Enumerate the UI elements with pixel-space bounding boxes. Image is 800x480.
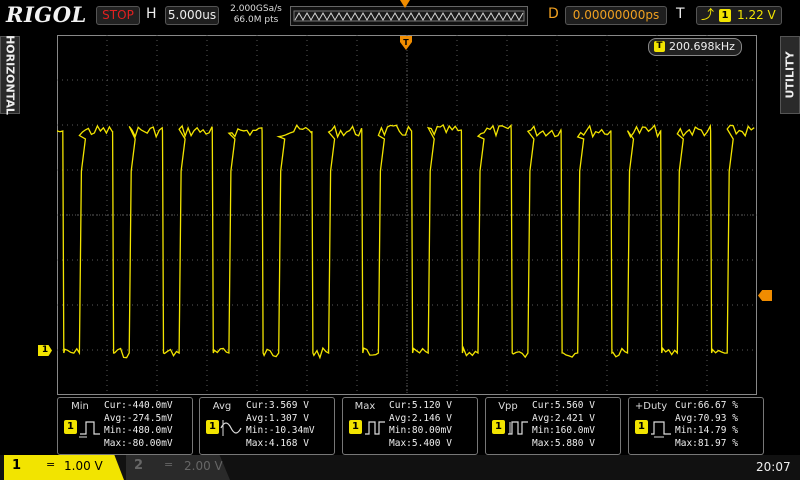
trigger-channel-badge: 1 [719, 9, 731, 22]
memory-depth: 66.0M pts [233, 15, 279, 25]
measurement-duty[interactable]: +Duty 1 Cur:66.67 % Avg:70.93 % Min:14.79 % M… [628, 397, 764, 455]
trigger-level-marker[interactable] [758, 290, 772, 301]
measurement-cur: Cur:5.120 V [389, 400, 452, 411]
utility-menu-tab[interactable]: UTILITY [780, 36, 800, 114]
measurement-avg: Avg:2.146 V [389, 412, 452, 424]
timebase-value[interactable]: 5.000us [165, 6, 219, 25]
measurement-min: Min:-10.34mV [246, 425, 315, 436]
sample-rate: 2.000GSa/s [230, 4, 282, 14]
measurement-max: Max:5.880 V [532, 437, 595, 449]
measurement-name: Avg [212, 401, 232, 412]
ch1-number: 1 [12, 458, 22, 473]
measurement-name: Vpp [498, 401, 518, 412]
measurement-cur: Cur:5.560 V [532, 400, 595, 411]
ch2-tab[interactable]: 2 = 2.00 V [126, 455, 230, 480]
measurement-name: Max [354, 401, 376, 412]
frequency-value: 200.698kHz [669, 40, 735, 53]
ch1-tab[interactable]: 1 = 1.00 V [4, 455, 124, 480]
measurement-max: Max:-80.00mV [104, 437, 173, 449]
trigger-position-marker[interactable]: T [400, 36, 412, 50]
delay-value[interactable]: 0.00000000ps [565, 6, 667, 25]
measurement-cur: Cur:66.67 % [675, 400, 738, 411]
horizontal-tab-label: HORIZONTAL [3, 35, 17, 115]
measurement-max: Max:5.400 V [389, 437, 452, 449]
ch2-number: 2 [134, 458, 144, 473]
measurement-values: Cur:5.120 V Avg:2.146 V Min:80.00mV Max:5.4… [389, 400, 452, 450]
delay-label: D [548, 6, 559, 22]
waveform-display[interactable] [57, 35, 757, 395]
measurement-source-badge: 1 [635, 420, 648, 434]
ch1-offset-marker[interactable]: 1 [38, 345, 52, 356]
brand-logo: RIGOL [6, 2, 87, 27]
measurement-cur: Cur:3.569 V [246, 400, 309, 411]
measurement-values: Cur:66.67 % Avg:70.93 % Min:14.79 % Max:81.… [675, 400, 738, 450]
trigger-setting[interactable]: ⤴ 1 1.22 V [696, 6, 782, 25]
channel-status-bar: 1 = 1.00 V 2 = 2.00 V 20:07 [0, 455, 800, 480]
run-state-badge[interactable]: STOP [96, 6, 140, 25]
max-waveform-icon [365, 421, 385, 435]
measurement-values: Cur:5.560 V Avg:2.421 V Min:160.0mV Max:5.8… [532, 400, 595, 450]
horizontal-menu-tab[interactable]: HORIZONTAL [0, 35, 20, 115]
svg-text:T: T [403, 38, 409, 47]
acquisition-info: 2.000GSa/s 66.0M pts [224, 4, 288, 26]
measurement-values: Cur:-440.0mV Avg:-274.5mV Min:-480.0mV Max:… [104, 400, 173, 450]
measurement-max: Max:4.168 V [246, 437, 309, 449]
measurement-cur: Cur:-440.0mV [104, 400, 173, 411]
measurement-avg[interactable]: Avg 1 Cur:3.569 V Avg:1.307 V Min:-10.34mV Ma… [199, 397, 335, 455]
measurement-name: +Duty [634, 401, 668, 412]
measurement-vpp[interactable]: Vpp 1 Cur:5.560 V Avg:2.421 V Min:160.0mV Max… [485, 397, 621, 455]
ch1-scale: 1.00 V [64, 459, 103, 473]
min-waveform-icon [79, 421, 100, 438]
trigger-level: 1.22 V [737, 8, 776, 22]
measurement-values: Cur:3.569 V Avg:1.307 V Min:-10.34mV Max:4.… [246, 400, 315, 450]
measurement-min: Min:80.00mV [389, 425, 452, 436]
measurement-source-badge: 1 [64, 420, 77, 434]
top-status-bar: RIGOL STOP H 5.000us 2.000GSa/s 66.0M pt… [0, 0, 800, 30]
measurement-name: Min [71, 401, 89, 412]
measurement-min: Min:-480.0mV [104, 425, 173, 436]
frequency-trigger-icon: T [654, 41, 665, 52]
vpp-waveform-icon [508, 421, 528, 435]
measurement-min[interactable]: Min 1 Cur:-440.0mV Avg:-274.5mV Min:-480.0mV… [57, 397, 193, 455]
timebase-label: H [146, 6, 157, 22]
rising-edge-icon: ⤴ [701, 8, 715, 23]
measurement-avg: Avg:2.421 V [532, 412, 595, 424]
measurement-avg: Avg:-274.5mV [104, 412, 173, 424]
measurement-avg: Avg:1.307 V [246, 412, 309, 424]
ch2-coupling-icon: = [164, 458, 174, 471]
frequency-counter: T 200.698kHz [648, 38, 742, 56]
utility-tab-label: UTILITY [783, 51, 797, 99]
ch1-coupling-icon: = [46, 458, 56, 471]
avg-waveform-icon [220, 420, 242, 436]
measurement-max[interactable]: Max 1 Cur:5.120 V Avg:2.146 V Min:80.00mV Max… [342, 397, 478, 455]
measurement-min: Min:160.0mV [532, 425, 595, 436]
measurement-avg: Avg:70.93 % [675, 412, 738, 424]
ch2-scale: 2.00 V [184, 459, 223, 473]
graticule [57, 35, 757, 395]
measurement-source-badge: 1 [206, 420, 219, 434]
measurement-min: Min:14.79 % [675, 425, 738, 436]
measurement-max: Max:81.97 % [675, 437, 738, 449]
measurement-source-badge: 1 [349, 420, 362, 434]
trigger-position-icon [400, 0, 410, 8]
measurement-source-badge: 1 [492, 420, 505, 434]
trigger-label: T [676, 6, 685, 22]
clock: 20:07 [756, 460, 791, 474]
duty-waveform-icon [651, 421, 671, 438]
ch1-waveform-trace [57, 123, 755, 360]
